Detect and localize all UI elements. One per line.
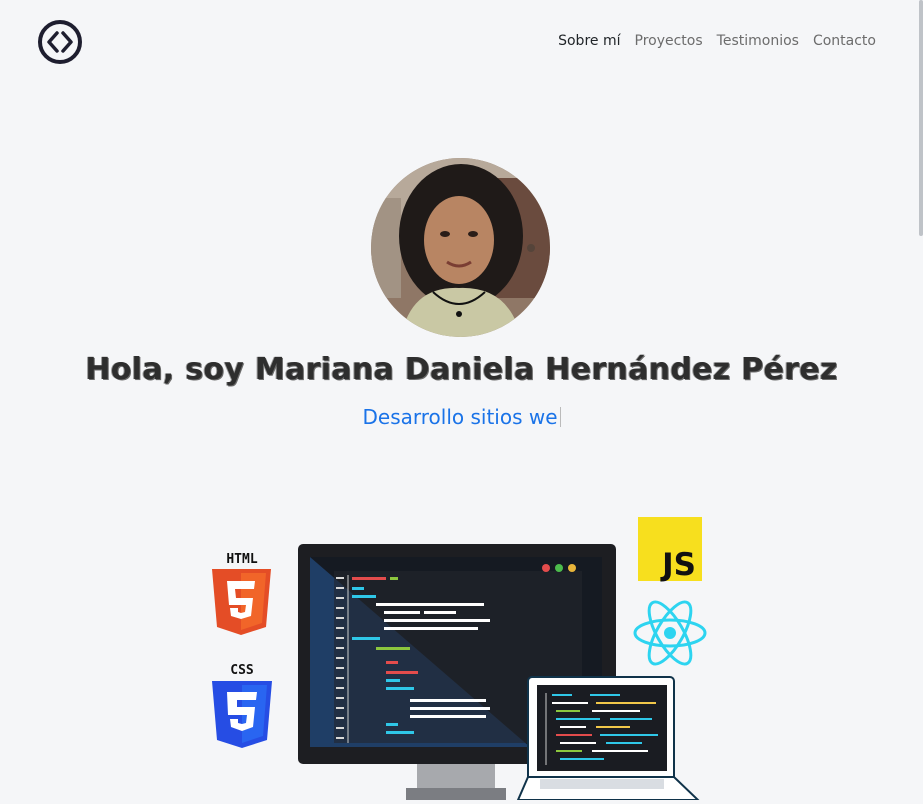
css3-icon	[212, 681, 272, 748]
main-nav: Sobre mí Proyectos Testimonios Contacto	[558, 33, 876, 49]
typing-caret	[559, 407, 561, 427]
hero-title: Hola, soy Mariana Daniela Hernández Pére…	[85, 352, 838, 387]
typed-text: Desarrollo sitios we	[362, 405, 558, 429]
logo-icon[interactable]	[37, 19, 83, 65]
js-label: JS	[660, 547, 696, 583]
nav-link-sobre-mi[interactable]: Sobre mí	[558, 33, 620, 49]
nav-link-contacto[interactable]: Contacto	[813, 33, 876, 49]
nav-link-proyectos[interactable]: Proyectos	[635, 33, 703, 49]
html-label: HTML	[226, 552, 257, 567]
developer-illustration: HTML CSS JS	[200, 515, 720, 801]
profile-photo	[371, 158, 550, 337]
css-label: CSS	[230, 663, 254, 678]
react-icon	[633, 600, 707, 666]
scrollbar-thumb[interactable]	[919, 0, 923, 236]
html5-icon	[212, 569, 271, 635]
nav-link-testimonios[interactable]: Testimonios	[717, 33, 799, 49]
javascript-icon: JS	[638, 517, 702, 583]
typed-subtitle: Desarrollo sitios we	[0, 405, 923, 429]
